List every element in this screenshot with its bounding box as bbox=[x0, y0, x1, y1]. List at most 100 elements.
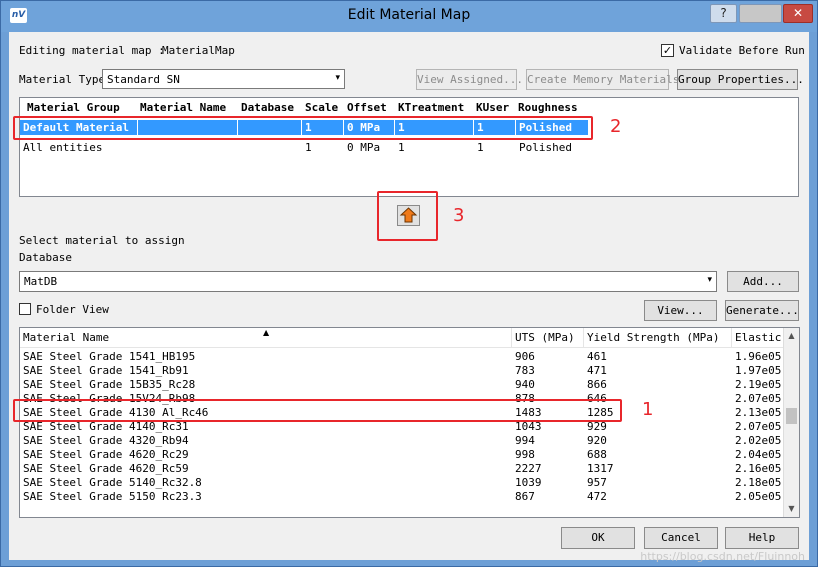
material-list-cell: SAE Steel Grade 4320_Rb94 bbox=[23, 434, 189, 447]
material-list-cell: 867 bbox=[515, 490, 535, 503]
material-list-row[interactable]: SAE Steel Grade 4620_Rc29 998 688 2.04e05 bbox=[20, 448, 782, 462]
col-elastic[interactable]: Elastic bbox=[732, 328, 784, 347]
group-table-header: Material Group Material Name Database Sc… bbox=[20, 100, 798, 115]
material-list-cell: 906 bbox=[515, 350, 535, 363]
validate-before-run-label: Validate Before Run bbox=[679, 44, 805, 57]
material-list-cell: SAE Steel Grade 1541_Rb91 bbox=[23, 364, 189, 377]
material-list-cell: 2.04e05 bbox=[735, 448, 782, 461]
material-list-cell: 1043 bbox=[515, 420, 542, 433]
col-ktreatment[interactable]: KTreatment bbox=[398, 100, 474, 115]
ok-button[interactable]: OK bbox=[561, 527, 635, 549]
scroll-up-icon[interactable]: ▲ bbox=[784, 328, 799, 344]
group-cell: 1 bbox=[398, 141, 405, 154]
folder-view-label: Folder View bbox=[36, 303, 109, 316]
editing-label: Editing material map : bbox=[19, 44, 165, 57]
col-material-name[interactable]: Material Name bbox=[140, 100, 239, 115]
group-properties-button[interactable]: Group Properties... bbox=[677, 69, 804, 90]
material-list-cell: 940 bbox=[515, 378, 535, 391]
material-list-cell: SAE Steel Grade 15B35_Rc28 bbox=[23, 378, 196, 391]
validate-before-run-checkbox[interactable]: ✓ bbox=[661, 44, 674, 57]
generate-button[interactable]: Generate... bbox=[725, 300, 799, 321]
material-list-cell: 461 bbox=[587, 350, 607, 363]
group-row-all-entities[interactable]: All entities 1 0 MPa 1 1 Polished bbox=[20, 140, 588, 155]
col-scale[interactable]: Scale bbox=[305, 100, 345, 115]
annotation-number-2: 2 bbox=[610, 116, 622, 137]
close-window-button[interactable]: ✕ bbox=[783, 4, 813, 23]
material-list-cell: 2.16e05 bbox=[735, 462, 782, 475]
group-cell: 0 MPa bbox=[347, 141, 381, 154]
material-type-select[interactable]: Standard SN ▾ bbox=[102, 69, 345, 89]
annotation-number-3: 3 bbox=[453, 205, 465, 226]
material-list-row[interactable]: SAE Steel Grade 1541_HB195 906 461 1.96e05 bbox=[20, 350, 782, 364]
up-arrow-icon bbox=[399, 207, 418, 223]
material-list-row[interactable]: SAE Steel Grade 15B35_Rc28 940 866 2.19e05 bbox=[20, 378, 782, 392]
material-list-row[interactable]: SAE Steel Grade 4620_Rc59 2227 1317 2.16e05 bbox=[20, 462, 782, 476]
help-button[interactable]: Help bbox=[725, 527, 799, 549]
col-yield-strength[interactable]: Yield Strength (MPa) bbox=[584, 328, 732, 347]
material-list-cell: 866 bbox=[587, 378, 607, 391]
scroll-down-icon[interactable]: ▼ bbox=[784, 501, 799, 517]
material-list-cell: 2.13e05 bbox=[735, 406, 782, 419]
material-list-cell: SAE Steel Grade 4620_Rc29 bbox=[23, 448, 189, 461]
material-list-row[interactable]: SAE Steel Grade 4140_Rc31 1043 929 2.07e05 bbox=[20, 420, 782, 434]
title-bar[interactable]: nV Edit Material Map ? ✕ bbox=[1, 1, 817, 32]
col-offset[interactable]: Offset bbox=[347, 100, 395, 115]
select-material-label: Select material to assign bbox=[19, 234, 185, 247]
assign-material-button[interactable] bbox=[397, 205, 420, 226]
material-list-cell: SAE Steel Grade 4140_Rc31 bbox=[23, 420, 189, 433]
add-button[interactable]: Add... bbox=[727, 271, 799, 292]
material-type-value: Standard SN bbox=[107, 73, 180, 86]
create-memory-materials-button[interactable]: Create Memory Materials bbox=[526, 69, 679, 90]
chevron-down-icon: ▾ bbox=[707, 275, 712, 285]
chevron-down-icon: ▾ bbox=[335, 73, 340, 83]
group-cell: Polished bbox=[519, 141, 572, 154]
material-list-row[interactable]: SAE Steel Grade 5150 Rc23.3 867 472 2.05e05 bbox=[20, 490, 782, 504]
material-list-header: Material Name ▲ UTS (MPa) Yield Strength… bbox=[20, 328, 799, 348]
folder-view-checkbox[interactable] bbox=[19, 303, 31, 315]
sort-ascending-icon: ▲ bbox=[263, 328, 270, 337]
window-title: Edit Material Map bbox=[347, 7, 471, 23]
material-list-cell: 1317 bbox=[587, 462, 614, 475]
view-assigned-button[interactable]: View Assigned... bbox=[416, 69, 523, 90]
material-list-cell: 998 bbox=[515, 448, 535, 461]
material-list-cell: 994 bbox=[515, 434, 535, 447]
annotation-number-1: 1 bbox=[642, 399, 654, 420]
material-list-cell: 2.18e05 bbox=[735, 476, 782, 489]
material-list-cell: SAE Steel Grade 5150 Rc23.3 bbox=[23, 490, 202, 503]
material-group-table[interactable]: Material Group Material Name Database Sc… bbox=[19, 97, 799, 197]
col-kuser[interactable]: KUser bbox=[476, 100, 516, 115]
annotation-box-2 bbox=[13, 116, 593, 140]
scroll-thumb[interactable] bbox=[786, 408, 797, 424]
material-list-cell: SAE Steel Grade 4620_Rc59 bbox=[23, 462, 189, 475]
material-list-cell: 2.02e05 bbox=[735, 434, 782, 447]
material-list-cell: 688 bbox=[587, 448, 607, 461]
material-list-row[interactable]: SAE Steel Grade 4320_Rb94 994 920 2.02e05 bbox=[20, 434, 782, 448]
col-uts[interactable]: UTS (MPa) bbox=[512, 328, 584, 347]
database-select[interactable]: MatDB ▾ bbox=[19, 271, 717, 292]
material-list-cell: 2.05e05 bbox=[735, 490, 782, 503]
edit-material-map-window: nV Edit Material Map ? ✕ Editing materia… bbox=[0, 0, 818, 567]
help-title-button[interactable]: ? bbox=[710, 4, 737, 23]
col-database[interactable]: Database bbox=[241, 100, 303, 115]
material-type-label: Material Type bbox=[19, 73, 106, 86]
cancel-button[interactable]: Cancel bbox=[644, 527, 718, 549]
material-list-cell: 920 bbox=[587, 434, 607, 447]
group-cell: 1 bbox=[477, 141, 484, 154]
material-list-scrollbar[interactable]: ▲ ▼ bbox=[783, 328, 799, 517]
database-label: Database bbox=[19, 251, 72, 264]
database-value: MatDB bbox=[24, 275, 58, 288]
annotation-box-1 bbox=[13, 399, 622, 422]
material-list-cell: 2.07e05 bbox=[735, 392, 782, 405]
material-list-row[interactable]: SAE Steel Grade 5140_Rc32.8 1039 957 2.18e0… bbox=[20, 476, 782, 490]
material-list-cell: 471 bbox=[587, 364, 607, 377]
spacer-title-button bbox=[739, 4, 782, 23]
view-button[interactable]: View... bbox=[644, 300, 717, 321]
material-list[interactable]: Material Name ▲ UTS (MPa) Yield Strength… bbox=[19, 327, 800, 518]
material-list-cell: 1.97e05 bbox=[735, 364, 782, 377]
map-name: MaterialMap bbox=[162, 44, 235, 57]
material-list-cell: SAE Steel Grade 1541_HB195 bbox=[23, 350, 196, 363]
material-list-cell: 1039 bbox=[515, 476, 542, 489]
material-list-row[interactable]: SAE Steel Grade 1541_Rb91 783 471 1.97e05 bbox=[20, 364, 782, 378]
col-roughness[interactable]: Roughness bbox=[518, 100, 588, 115]
col-material-group[interactable]: Material Group bbox=[27, 100, 139, 115]
